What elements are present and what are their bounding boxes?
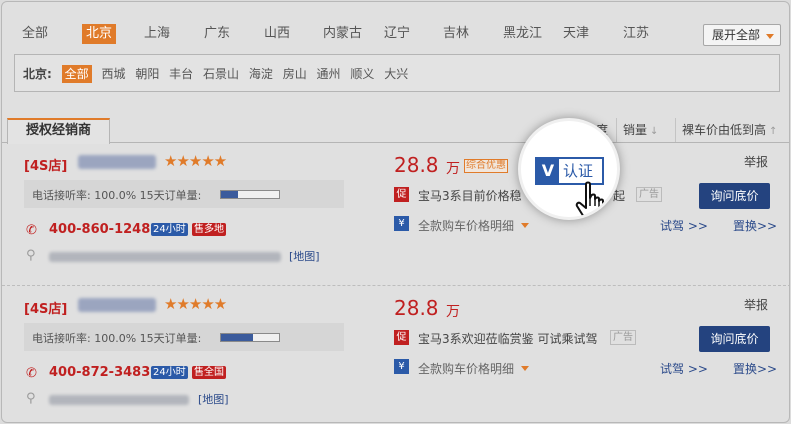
province-jiangsu[interactable]: 江苏 xyxy=(623,24,649,44)
badge-sale-area: 售多地 xyxy=(192,223,226,236)
yen-icon: ¥ xyxy=(394,359,409,374)
price-unit: 万 xyxy=(446,161,460,177)
order-volume-bar xyxy=(220,190,280,199)
phone-number[interactable]: 400-860-1248 xyxy=(49,222,150,237)
test-drive-link[interactable]: 试驾 >> xyxy=(660,217,708,234)
city-prefix: 北京: xyxy=(23,67,52,81)
stats-text: 电话接听率: 100.0% 15天订单量: xyxy=(32,189,202,202)
badge-24h: 24小时 xyxy=(151,366,188,379)
promo-icon: 促 xyxy=(394,330,409,345)
rating-stars: ★★★★★ xyxy=(164,152,227,170)
province-beijing[interactable]: 北京 xyxy=(82,24,117,44)
province-tianjin[interactable]: 天津 xyxy=(563,24,589,44)
price-unit: 万 xyxy=(446,304,460,320)
dealer-name-blurred[interactable] xyxy=(78,155,156,169)
province-liaoning[interactable]: 辽宁 xyxy=(384,24,410,44)
report-link[interactable]: 举报 xyxy=(744,153,768,170)
address-blurred xyxy=(49,395,189,405)
city-all[interactable]: 全部 xyxy=(61,65,92,83)
tab-authorized-dealers[interactable]: 授权经销商 xyxy=(7,118,110,144)
province-shanghai[interactable]: 上海 xyxy=(144,24,170,44)
province-jilin[interactable]: 吉林 xyxy=(443,24,469,44)
price: 28.8 xyxy=(394,296,439,320)
inquire-price-button[interactable]: 询问底价 xyxy=(699,183,770,209)
hand-cursor-icon xyxy=(575,181,604,217)
map-link[interactable]: [地图] xyxy=(289,248,320,264)
order-volume-bar xyxy=(220,333,280,342)
stats-panel: 电话接听率: 100.0% 15天订单量: xyxy=(24,180,344,208)
province-guangdong[interactable]: 广东 xyxy=(204,24,230,44)
certification-magnifier: V 认证 xyxy=(518,118,620,220)
report-link[interactable]: 举报 xyxy=(744,296,768,313)
promo-tag: 综合优惠 xyxy=(464,159,508,173)
promo-icon: 促 xyxy=(394,187,409,202)
province-neimenggu[interactable]: 内蒙古 xyxy=(323,24,362,44)
map-link[interactable]: [地图] xyxy=(198,391,229,407)
badge-sale-area: 售全国 xyxy=(192,366,226,379)
shop-type: [4S店] xyxy=(24,302,68,317)
ad-tag: 广告 xyxy=(610,330,636,345)
price-detail-dropdown[interactable]: 全款购车价格明细 xyxy=(418,360,514,377)
badge-24h: 24小时 xyxy=(151,223,188,236)
city-xicheng[interactable]: 西城 xyxy=(101,65,125,83)
expand-all-label: 展开全部 xyxy=(712,28,761,42)
expand-all-button[interactable]: 展开全部 xyxy=(703,24,781,46)
promo-text[interactable]: 宝马3系目前价格稳 xyxy=(418,187,522,204)
sort-bar: 授权经销商 度 销量↓ 裸车价由低到高↑ xyxy=(2,116,789,144)
city-fengtai[interactable]: 丰台 xyxy=(169,65,193,83)
promo-text[interactable]: 宝马3系欢迎莅临赏鉴 可试乘试驾 xyxy=(418,330,597,347)
city-shunyi[interactable]: 顺义 xyxy=(350,65,374,83)
inquire-price-button[interactable]: 询问底价 xyxy=(699,326,770,352)
price: 28.8 xyxy=(394,153,439,177)
order-volume-fill xyxy=(221,334,253,341)
page-frame: 全部 北京 上海 广东 山西 内蒙古 辽宁 吉林 黑龙江 天津 江苏 展开全部 … xyxy=(1,1,790,423)
dealer-name-blurred[interactable] xyxy=(78,298,156,312)
city-tongzhou[interactable]: 通州 xyxy=(317,65,341,83)
dropdown-arrow-icon xyxy=(521,366,529,371)
sort-price-label: 裸车价由低到高 xyxy=(682,123,767,137)
province-filter: 全部 北京 上海 广东 山西 内蒙古 辽宁 吉林 黑龙江 天津 江苏 展开全部 xyxy=(22,24,782,46)
shop-type: [4S店] xyxy=(24,159,68,174)
dealer-listing: [4S店] ★★★★★ 电话接听率: 100.0% 15天订单量: ✆ 400-… xyxy=(2,285,789,422)
sort-sales-label: 销量 xyxy=(623,123,648,137)
city-shijingshan[interactable]: 石景山 xyxy=(203,65,239,83)
dealer-listing: [4S店] ★★★★★ 电话接听率: 100.0% 15天订单量: ✆ 400-… xyxy=(2,143,789,283)
v-certified-icon: V xyxy=(537,159,559,183)
arrow-up-icon: ↑ xyxy=(769,126,778,137)
arrow-down-icon: ↓ xyxy=(650,126,659,137)
sort-price[interactable]: 裸车价由低到高 ↑ xyxy=(675,118,777,142)
city-haidian[interactable]: 海淀 xyxy=(249,65,273,83)
address-blurred xyxy=(49,252,281,262)
order-volume-fill xyxy=(221,191,239,198)
rating-stars: ★★★★★ xyxy=(164,295,227,313)
ad-tag: 广告 xyxy=(636,187,662,202)
city-daxing[interactable]: 大兴 xyxy=(384,65,408,83)
sort-sales[interactable]: 销量 ↓ xyxy=(616,118,658,142)
phone-icon: ✆ xyxy=(26,223,37,238)
price-detail-dropdown[interactable]: 全款购车价格明细 xyxy=(418,217,514,234)
city-fangshan[interactable]: 房山 xyxy=(283,65,307,83)
location-pin-icon: ⚲ xyxy=(26,248,36,263)
province-all[interactable]: 全部 xyxy=(22,24,48,44)
phone-number[interactable]: 400-872-3483 xyxy=(49,365,150,380)
yen-icon: ¥ xyxy=(394,216,409,231)
dropdown-arrow-icon xyxy=(766,34,774,39)
dropdown-arrow-icon xyxy=(521,223,529,228)
phone-icon: ✆ xyxy=(26,366,37,381)
location-pin-icon: ⚲ xyxy=(26,391,36,406)
test-drive-link[interactable]: 试驾 >> xyxy=(660,360,708,377)
city-filter: 北京: 全部 西城 朝阳 丰台 石景山 海淀 房山 通州 顺义 大兴 xyxy=(14,54,780,92)
stats-panel: 电话接听率: 100.0% 15天订单量: xyxy=(24,323,344,351)
stats-text: 电话接听率: 100.0% 15天订单量: xyxy=(32,332,202,345)
province-shanxi[interactable]: 山西 xyxy=(264,24,290,44)
replace-link[interactable]: 置换>> xyxy=(733,360,777,377)
certified-label: 认证 xyxy=(563,162,594,180)
province-heilongjiang[interactable]: 黑龙江 xyxy=(503,24,542,44)
city-chaoyang[interactable]: 朝阳 xyxy=(135,65,159,83)
replace-link[interactable]: 置换>> xyxy=(733,217,777,234)
